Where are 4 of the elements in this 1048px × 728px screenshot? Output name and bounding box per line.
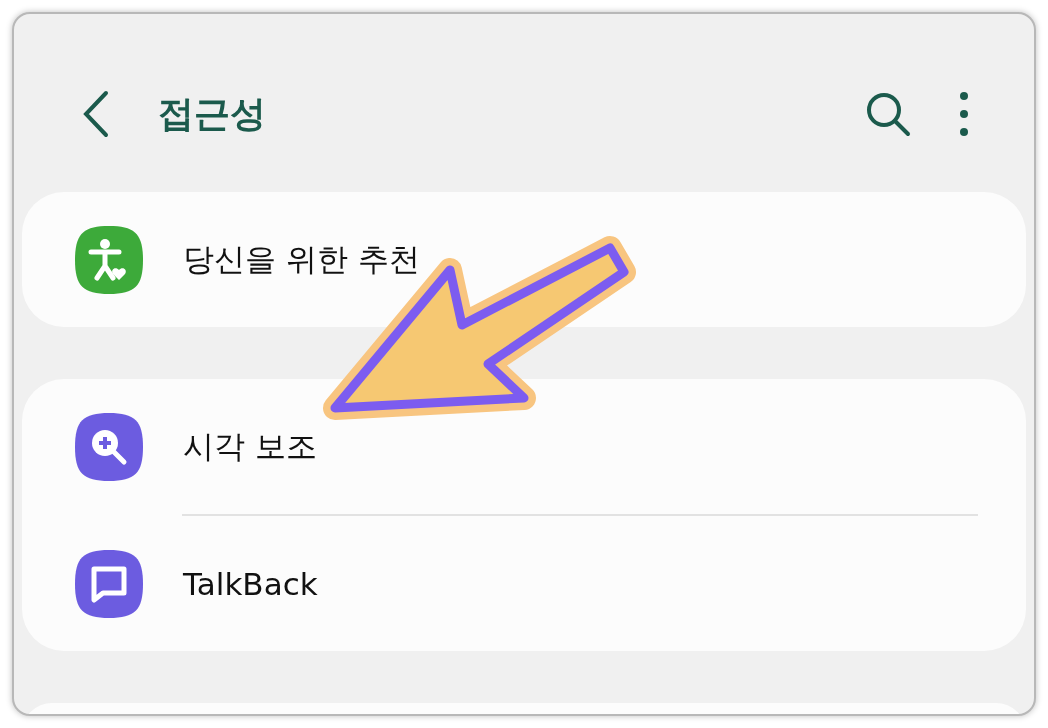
- setting-item[interactable]: TalkBack: [183, 565, 318, 602]
- setting-item[interactable]: 당신을 위한 추천: [183, 238, 420, 281]
- setting-item[interactable]: 시각 보조: [183, 425, 317, 468]
- page-title: 접근성: [158, 91, 267, 136]
